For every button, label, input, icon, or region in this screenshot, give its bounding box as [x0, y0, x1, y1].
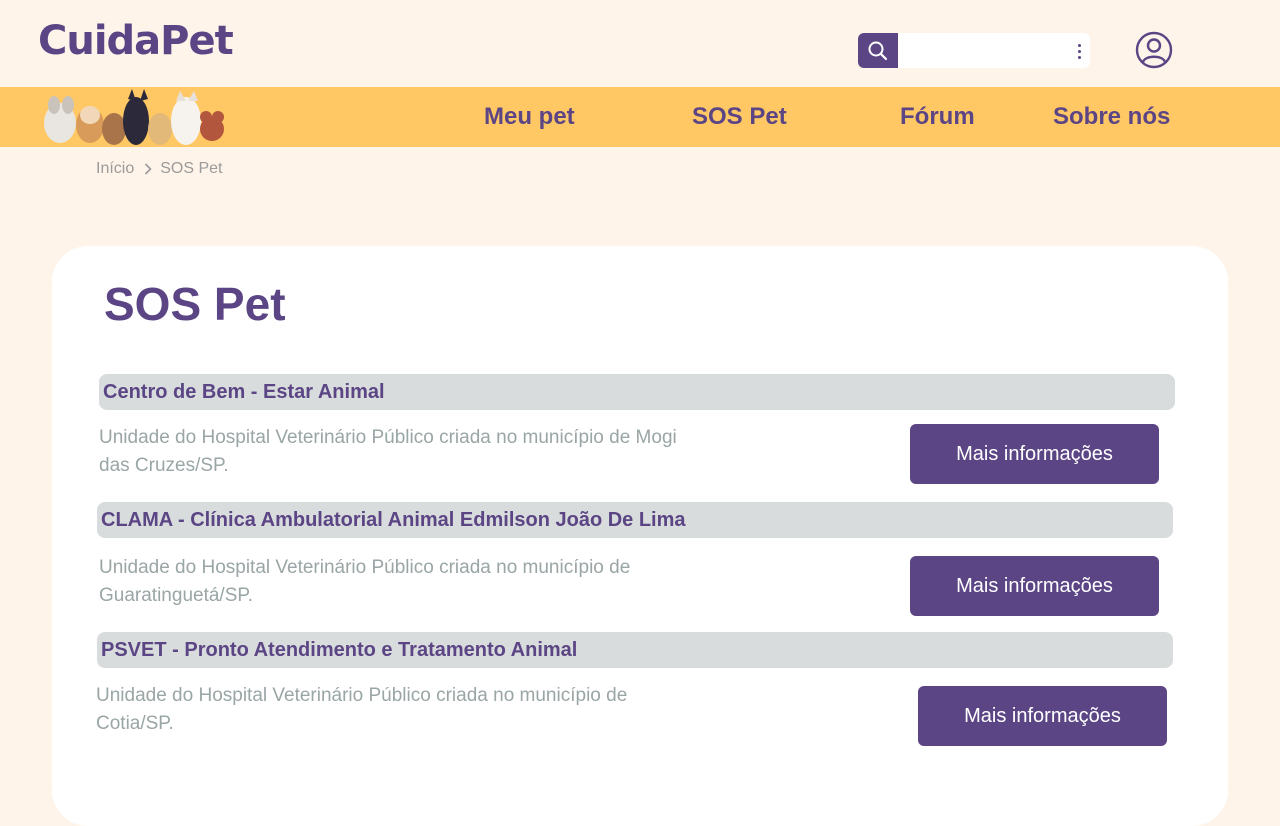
entry-description: Unidade do Hospital Veterinário Público … [96, 685, 628, 734]
breadcrumb-item-current: SOS Pet [160, 160, 223, 177]
site-logo[interactable]: CuidaPet [38, 18, 234, 64]
entry-description: Unidade do Hospital Veterinário Público … [99, 557, 631, 606]
search-bar [858, 33, 1090, 68]
search-icon [868, 41, 888, 60]
pets-illustration [44, 89, 224, 145]
site-header: CuidaPet [0, 0, 1280, 87]
page-title: SOS Pet [104, 278, 286, 330]
more-info-button[interactable]: Mais informações [910, 556, 1159, 616]
entry-title: CLAMA - Clínica Ambulatorial Animal Edmi… [97, 502, 1173, 538]
chevron-right-icon [144, 163, 152, 175]
more-info-button[interactable]: Mais informações [910, 424, 1159, 484]
breadcrumb: Início SOS Pet [96, 159, 223, 179]
nav-item-sobre-nos[interactable]: Sobre nós [1053, 103, 1170, 131]
more-options-icon[interactable] [1072, 41, 1086, 61]
search-button[interactable] [858, 33, 898, 68]
search-input[interactable] [900, 33, 1070, 68]
entry-description: Unidade do Hospital Veterinário Público … [99, 427, 677, 476]
nav-item-forum[interactable]: Fórum [900, 103, 975, 131]
user-profile-icon[interactable] [1135, 31, 1173, 69]
nav-item-meu-pet[interactable]: Meu pet [484, 103, 575, 131]
breadcrumb-item-inicio[interactable]: Início [96, 160, 134, 178]
nav-item-sos-pet[interactable]: SOS Pet [692, 103, 787, 131]
more-info-button[interactable]: Mais informações [918, 686, 1167, 746]
entry-title: Centro de Bem - Estar Animal [99, 374, 1175, 410]
entry-title: PSVET - Pronto Atendimento e Tratamento … [97, 632, 1173, 668]
main-nav: Meu pet SOS Pet Fórum Sobre nós [0, 87, 1280, 147]
